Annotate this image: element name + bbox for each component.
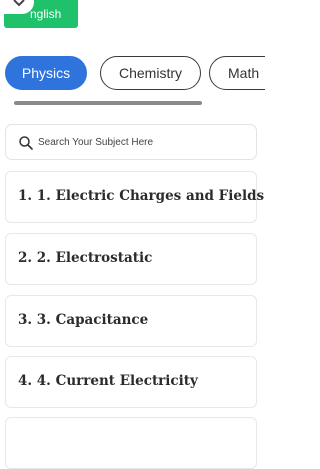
language-label: nglish	[30, 7, 62, 21]
chapter-card[interactable]: 4. 4. Current Electricity	[5, 356, 257, 408]
tab-physics[interactable]: Physics	[5, 56, 87, 90]
tab-math[interactable]: Math	[209, 56, 265, 90]
chapter-card[interactable]: 3. 3. Capacitance	[5, 295, 257, 347]
chapter-title: 3. 3. Capacitance	[18, 312, 149, 328]
search-icon	[18, 135, 34, 151]
chapter-card[interactable]: 1. 1. Electric Charges and Fields	[5, 171, 264, 223]
tab-label: Chemistry	[118, 65, 182, 81]
chapter-title: 2. 2. Electrostatic	[18, 250, 153, 266]
tab-chemistry[interactable]: Chemistry	[100, 56, 201, 90]
tab-label: Math	[228, 65, 260, 81]
search-input[interactable]	[38, 133, 248, 151]
chapter-title: 1. 1. Electric Charges and Fields	[18, 188, 265, 204]
search-box	[5, 124, 257, 160]
language-button[interactable]: nglish	[4, 0, 78, 28]
chapter-title: 4. 4. Current Electricity	[18, 373, 198, 389]
subject-tabs: Physics Chemistry Math	[5, 56, 265, 92]
chapter-card[interactable]	[5, 417, 257, 469]
tabs-scrollbar[interactable]	[14, 101, 202, 105]
chapter-card[interactable]: 2. 2. Electrostatic	[5, 233, 257, 285]
tab-label: Physics	[21, 65, 71, 81]
